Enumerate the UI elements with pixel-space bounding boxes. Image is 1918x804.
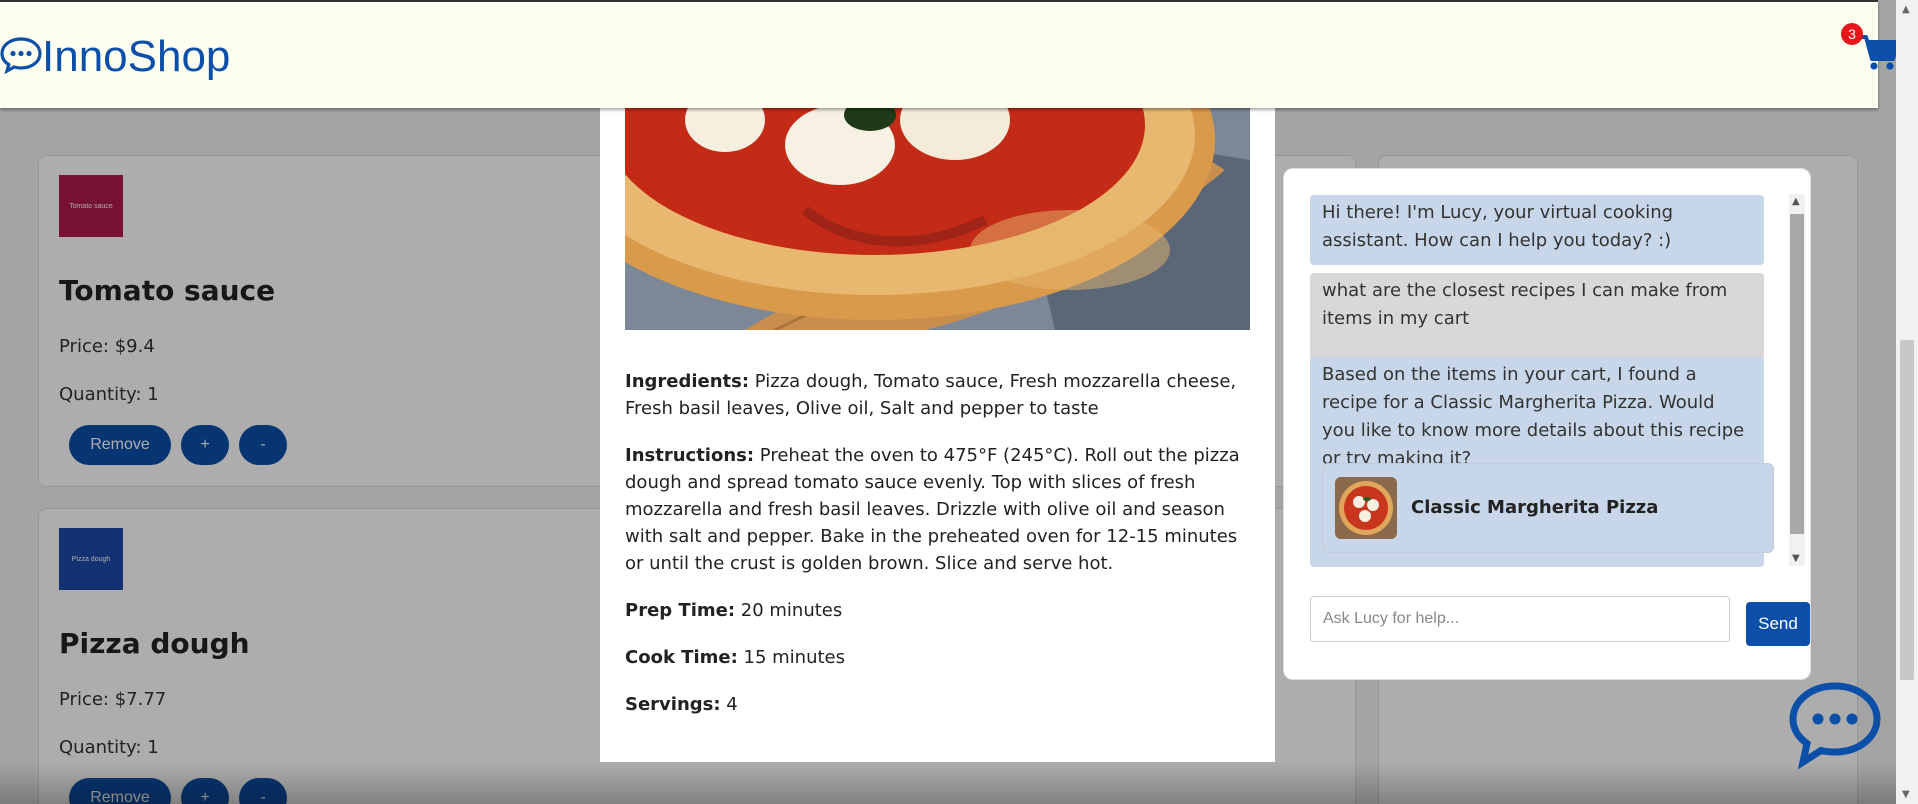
cart-icon — [1857, 35, 1900, 76]
chat-toggle-button[interactable] — [1783, 678, 1887, 770]
scroll-up-icon[interactable]: ▲ — [1792, 196, 1800, 207]
chat-input[interactable]: Ask Lucy for help... — [1310, 596, 1730, 642]
chat-scroll-thumb[interactable] — [1790, 214, 1804, 534]
servings: Servings: 4 — [625, 694, 738, 715]
chat-logo-icon — [0, 36, 42, 78]
recipe-image — [625, 100, 1250, 330]
brand-logo[interactable]: InnoShop — [0, 32, 230, 82]
recipe-suggestion-card[interactable]: Classic Margherita Pizza — [1322, 463, 1774, 553]
cart-button[interactable] — [1857, 32, 1900, 72]
page-scroll-thumb[interactable] — [1900, 340, 1914, 680]
cook-time: Cook Time: 15 minutes — [625, 647, 846, 668]
logo-text: InnoShop — [42, 32, 231, 81]
recipe-modal: Ingredients: Pizza dough, Tomato sauce, … — [600, 100, 1275, 762]
ingredients: Ingredients: Pizza dough, Tomato sauce, … — [625, 371, 1237, 419]
user-message: what are the closest recipes I can make … — [1310, 273, 1764, 361]
bot-message-text: Based on the items in your cart, I found… — [1322, 364, 1745, 469]
prep-time: Prep Time: 20 minutes — [625, 600, 843, 621]
page-scroll-up-icon[interactable]: ▲ — [1902, 4, 1910, 15]
top-header: InnoShop 3 — [0, 0, 1900, 108]
page-scrollbar[interactable]: ▲ ▼ — [1896, 0, 1918, 804]
instructions: Instructions: Preheat the oven to 475°F … — [625, 445, 1240, 574]
cart-count-badge: 3 — [1841, 23, 1863, 45]
chat-bubble-icon — [1783, 682, 1887, 774]
chat-scrollbar[interactable]: ▲ ▼ — [1789, 194, 1805, 566]
recipe-details: Ingredients: Pizza dough, Tomato sauce, … — [625, 368, 1250, 738]
recipe-suggestion-name: Classic Margherita Pizza — [1411, 497, 1659, 518]
send-button[interactable]: Send — [1746, 602, 1810, 646]
chat-panel: Hi there! I'm Lucy, your virtual cooking… — [1283, 168, 1811, 680]
bottom-shade — [0, 762, 1918, 804]
bot-message: Based on the items in your cart, I found… — [1310, 357, 1774, 567]
bot-message: Hi there! I'm Lucy, your virtual cooking… — [1310, 195, 1764, 265]
page-scroll-down-icon[interactable]: ▼ — [1902, 789, 1910, 800]
scroll-down-icon[interactable]: ▼ — [1792, 553, 1800, 564]
recipe-thumbnail — [1335, 477, 1397, 539]
